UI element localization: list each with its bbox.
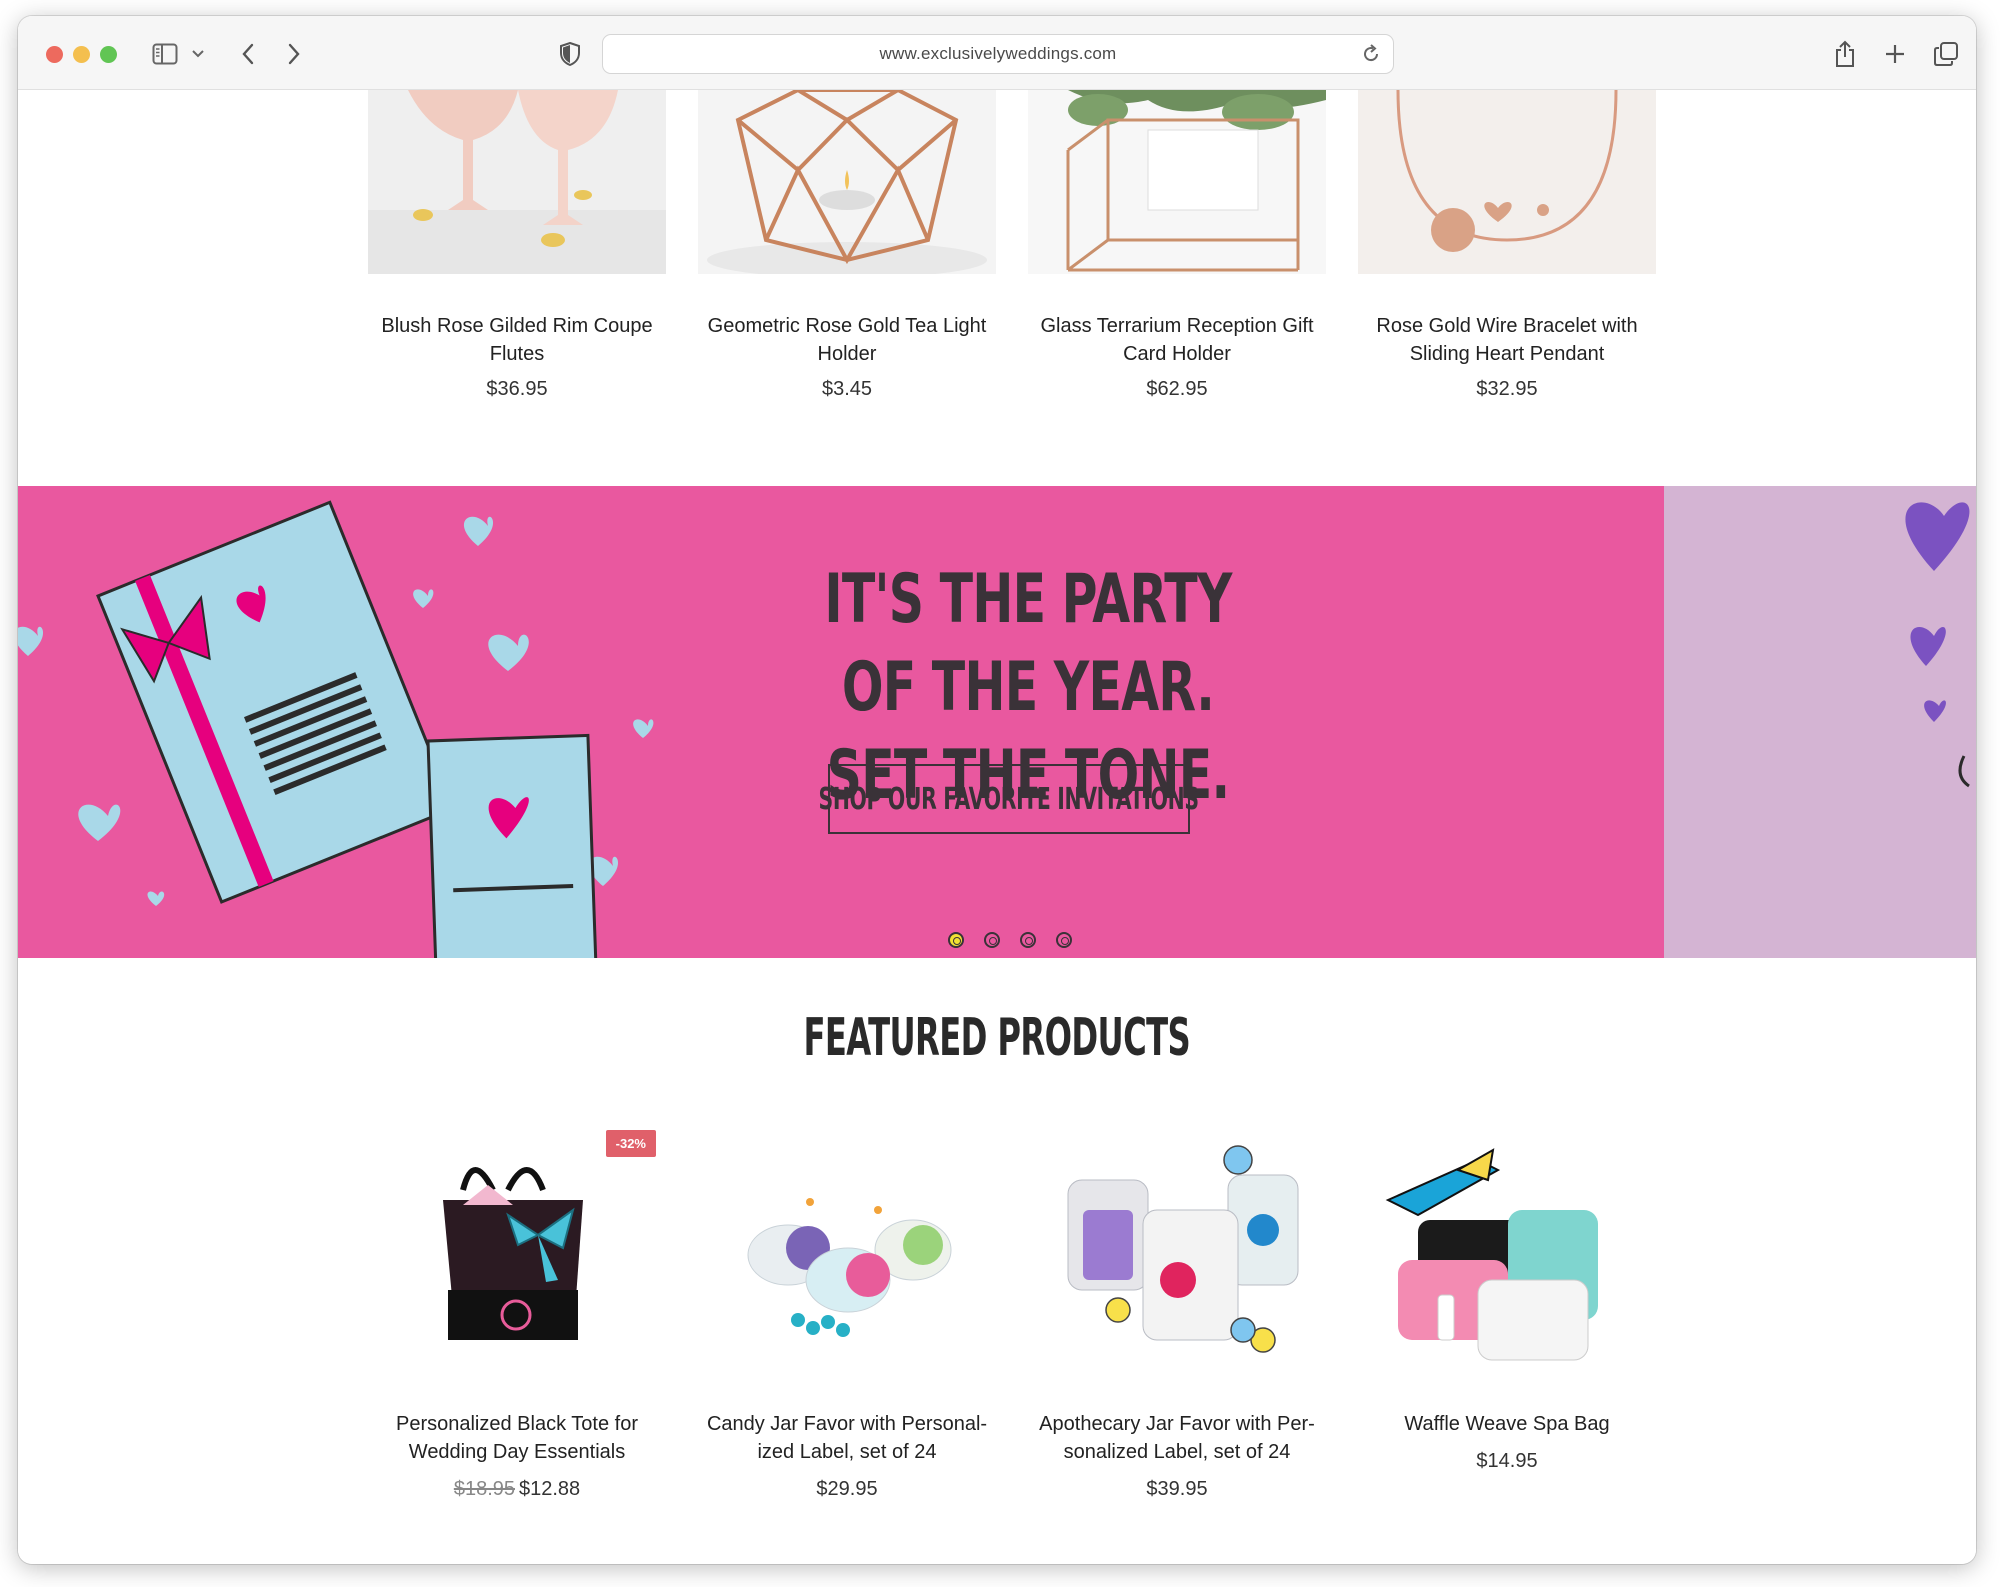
slider-dots [948,932,1072,948]
tea-light-holder-image[interactable] [698,90,996,274]
product-title-line1: Apothecary Jar Favor with Per- [1039,1413,1315,1435]
product-title[interactable]: Glass Terrarium Reception Gift Card Hold… [1028,312,1326,368]
product-title-line1: Candy Jar Favor with Personal- [706,1413,988,1435]
address-bar[interactable]: www.exclusivelyweddings.com [602,34,1394,74]
product-title[interactable]: Blush Rose Gilded Rim Coupe Flutes [368,312,666,368]
share-icon[interactable] [1832,38,1858,70]
product-title-line1: Waffle Weave Spa Bag [1404,1413,1610,1435]
product-price: $18.95 $12.88 [368,1478,666,1501]
slider-dot-2[interactable] [984,932,1000,948]
featured-products-title-text: Featured Products [803,1008,1191,1068]
banner-slide-active: It's the party of the year. Set the tone… [18,486,1664,958]
terrarium-card-holder-image[interactable] [1028,90,1326,274]
waffle-spa-bag-image[interactable] [1358,1130,1656,1380]
product-title-line2: Wedding Day Essentials [408,1441,626,1463]
forward-arrow-icon[interactable] [282,38,306,70]
apothecary-jar-favor-image[interactable] [1028,1130,1326,1380]
product-title-line2: sonalized Label, set of 24 [1063,1441,1291,1463]
product-title[interactable]: Rose Gold Wire Bracelet with Sliding Hea… [1358,312,1656,368]
slider-dot-1[interactable] [948,932,964,948]
sale-price: $12.88 [519,1478,581,1500]
chevron-down-icon[interactable] [190,38,206,70]
product-title[interactable]: Candy Jar Favor with Personal- ized Labe… [698,1410,996,1466]
product-title-line2: ized Label, set of 24 [757,1441,937,1463]
banner-headline-line1: It's the party of the year. [824,560,1232,727]
product-price: $3.45 [821,378,873,400]
shop-invitations-button[interactable]: Shop our favorite invitations [819,764,1199,834]
reload-icon[interactable] [1361,43,1381,70]
url-text: www.exclusivelyweddings.com [879,44,1117,63]
product-title-line1: Personalized Black Tote for [396,1413,638,1435]
slider-dot-4[interactable] [1056,932,1072,948]
product-title[interactable]: Apothecary Jar Favor with Per- sonalized… [1028,1410,1326,1466]
back-arrow-icon[interactable] [236,38,260,70]
black-tote-image[interactable] [368,1130,666,1380]
product-price: $36.95 [486,378,548,400]
browser-window: www.exclusivelyweddings.com Blush Rose G… [18,16,1976,1564]
product-price: $14.95 [1476,1450,1538,1472]
product-price: $32.95 [1476,378,1538,400]
discount-badge: -32% [605,1130,656,1157]
privacy-shield-icon[interactable] [558,38,582,70]
product-price: $39.95 [1146,1478,1208,1500]
product-title[interactable]: Personalized Black Tote for Wedding Day … [368,1410,666,1466]
original-price: $18.95 [453,1478,515,1500]
purple-hearts-illustration [1905,502,1970,788]
slider-dot-3[interactable] [1020,932,1036,948]
page-content: Blush Rose Gilded Rim Coupe Flutes $36.9… [18,90,1976,1564]
browser-toolbar: www.exclusivelyweddings.com [18,16,1976,90]
close-window-button[interactable] [46,46,63,63]
tab-overview-icon[interactable] [1932,38,1960,70]
featured-products-title: Featured Products [18,1008,1976,1068]
shop-invitations-label: Shop our favorite invitations [818,781,1200,817]
product-price: $29.95 [816,1478,878,1500]
product-price: $62.95 [1146,378,1208,400]
product-title[interactable]: Waffle Weave Spa Bag [1358,1410,1656,1438]
new-tab-plus-icon[interactable] [1882,38,1908,70]
minimize-window-button[interactable] [73,46,90,63]
zoom-window-button[interactable] [100,46,117,63]
product-title[interactable]: Geometric Rose Gold Tea Light Holder [698,312,996,368]
banner-slide-next-preview [1664,486,1976,958]
sidebar-icon[interactable] [150,38,180,70]
product-title-text: Geometric Rose Gold Tea Light Holder [707,315,987,365]
coupe-flutes-image[interactable] [368,90,666,274]
candy-jar-favor-image[interactable] [698,1130,996,1380]
bracelet-image[interactable] [1358,90,1656,274]
hero-banner-slider[interactable]: It's the party of the year. Set the tone… [18,486,1976,958]
